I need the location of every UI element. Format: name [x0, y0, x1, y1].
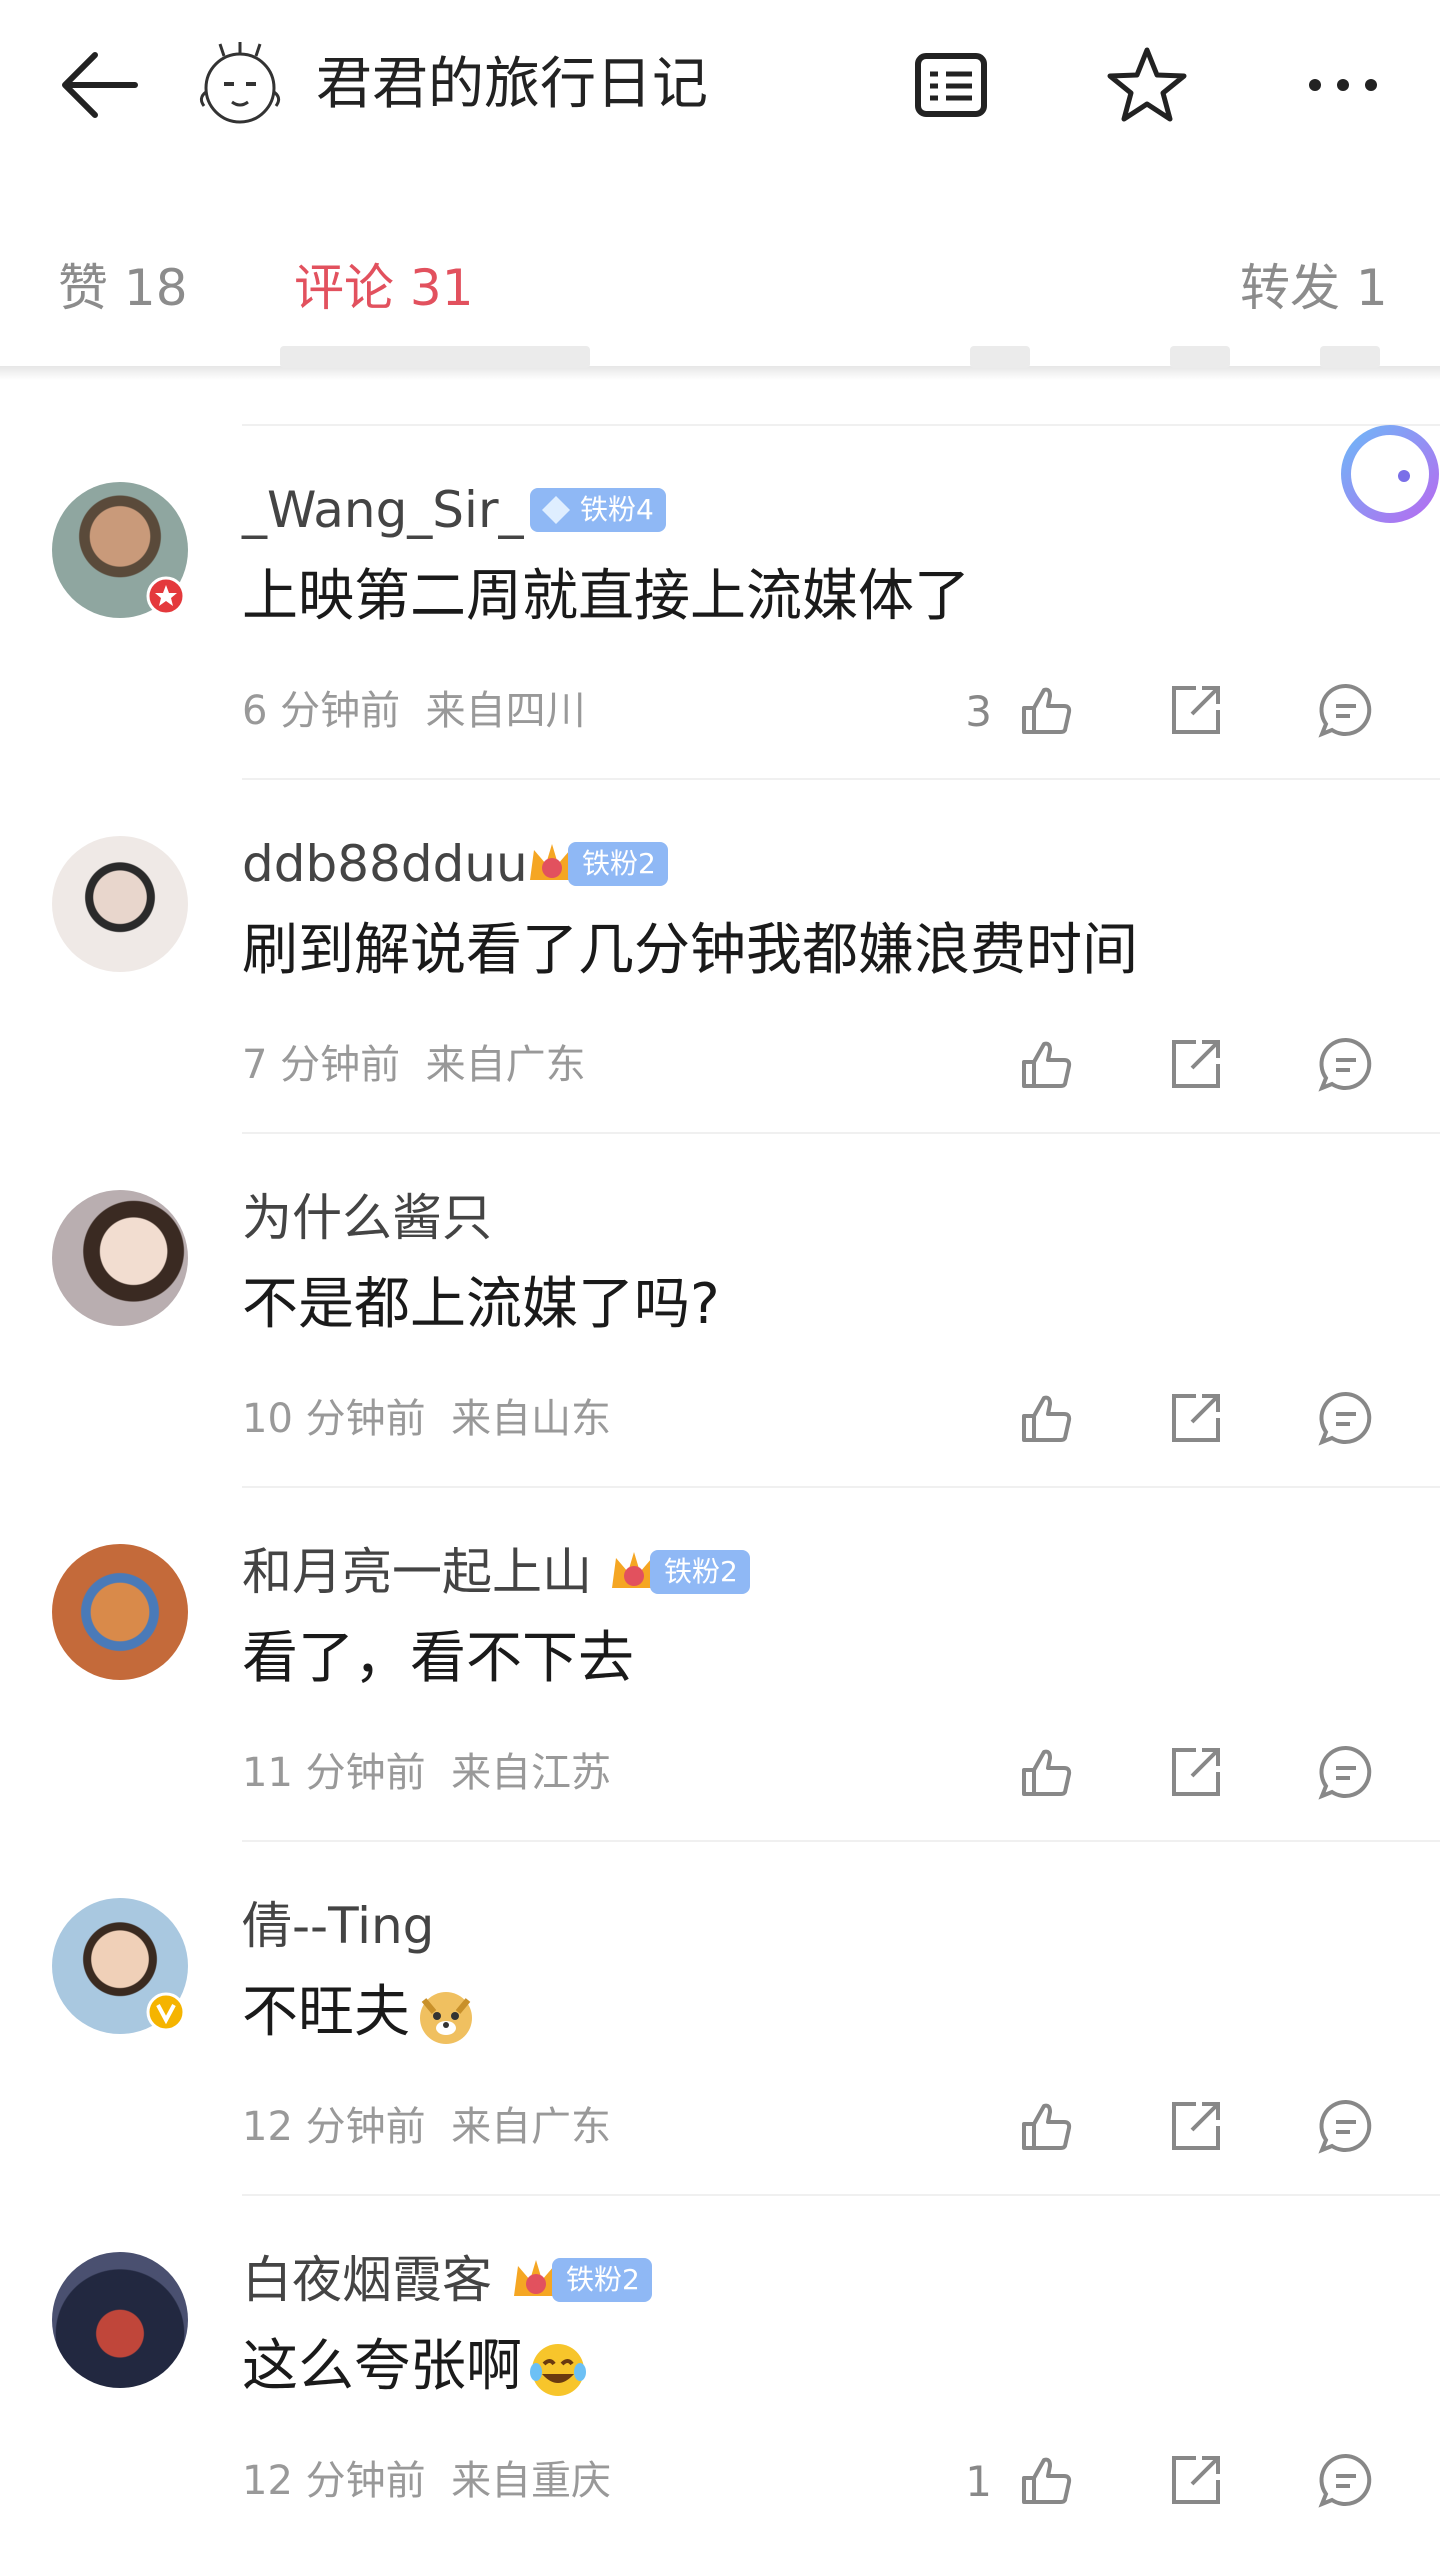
share-icon[interactable]	[1166, 1742, 1226, 1802]
avatar[interactable]	[52, 836, 188, 972]
comment-meta: 12 分钟前 来自重庆	[242, 2454, 611, 2508]
comment-item: 白夜烟霞客 铁粉2 这么夸张啊 12 分钟前 来自重庆 1	[0, 2196, 1440, 2550]
comment-time: 7 分钟前	[242, 1042, 401, 1088]
comment-username[interactable]: 倩--Ting	[242, 1894, 434, 1958]
comment-text: 这么夸张啊	[242, 2334, 522, 2399]
comment-meta: 12 分钟前 来自广东	[242, 2100, 611, 2154]
more-icon[interactable]	[1300, 42, 1386, 128]
fan-badge: 铁粉2	[650, 1550, 750, 1594]
tab-reposts[interactable]: 转发 1	[1240, 255, 1388, 321]
comment-text-row: 这么夸张啊	[242, 2332, 588, 2402]
like-icon[interactable]	[1016, 2450, 1076, 2510]
comment-text: 不是都上流媒了吗?	[242, 1272, 720, 1337]
like-icon[interactable]	[1016, 1742, 1076, 1802]
comment-time: 6 分钟前	[242, 688, 401, 734]
share-icon[interactable]	[1166, 680, 1226, 740]
tab-comments[interactable]: 评论 31	[294, 255, 474, 321]
like-icon[interactable]	[1016, 1034, 1076, 1094]
reply-icon[interactable]	[1316, 1388, 1376, 1448]
avatar[interactable]	[52, 1544, 188, 1680]
reply-icon[interactable]	[1316, 2096, 1376, 2156]
comment-username[interactable]: 白夜烟霞客	[242, 2248, 492, 2312]
comment-time: 10 分钟前	[242, 1396, 426, 1442]
hidden-previous-comment-meta	[240, 346, 1420, 376]
like-icon[interactable]	[1016, 2096, 1076, 2156]
comment-location: 来自江苏	[451, 1750, 612, 1796]
comment-item: ddb88dduu 铁粉2 刷到解说看了几分钟我都嫌浪费时间 7 分钟前 来自广…	[0, 780, 1440, 1134]
comment-time: 12 分钟前	[242, 2104, 426, 2150]
share-icon[interactable]	[1166, 2096, 1226, 2156]
comment-item: 和月亮一起上山 铁粉2 看了，看不下去 11 分钟前 来自江苏	[0, 1488, 1440, 1842]
comment-item: 为什么酱只 不是都上流媒了吗? 10 分钟前 来自山东	[0, 1134, 1440, 1488]
star-icon[interactable]	[1104, 42, 1190, 128]
top-bar: 君君的旅行日记	[0, 0, 1440, 170]
verified-red-badge-icon	[146, 576, 186, 616]
avatar[interactable]	[52, 2252, 188, 2388]
like-icon[interactable]	[1016, 680, 1076, 740]
comment-username[interactable]: ddb88dduu	[242, 832, 528, 896]
reply-icon[interactable]	[1316, 680, 1376, 740]
comment-location: 来自广东	[451, 2104, 612, 2150]
verified-gold-badge-icon	[146, 1992, 186, 2032]
laugh-cry-emoji-icon	[530, 2343, 586, 2396]
notes-icon[interactable]	[908, 42, 994, 128]
comment-location: 来自山东	[451, 1396, 612, 1442]
like-count: 1	[965, 2457, 992, 2506]
comment-username[interactable]: _Wang_Sir_	[242, 478, 524, 542]
comment-item: _Wang_Sir_ 铁粉4 上映第二周就直接上流媒体了 6 分钟前 来自四川 …	[0, 426, 1440, 780]
page-title: 君君的旅行日记	[316, 52, 708, 117]
fan-badge: 铁粉2	[552, 2258, 652, 2302]
comment-meta: 6 分钟前 来自四川	[242, 684, 586, 738]
comment-meta: 11 分钟前 来自江苏	[242, 1746, 611, 1800]
comment-username[interactable]: 和月亮一起上山	[242, 1540, 592, 1604]
comment-meta: 10 分钟前 来自山东	[242, 1392, 611, 1446]
robot-avatar-icon[interactable]	[196, 40, 284, 128]
comment-location: 来自四川	[425, 688, 586, 734]
share-icon[interactable]	[1166, 2450, 1226, 2510]
comment-text-row: 不旺夫	[242, 1978, 476, 2048]
comment-item: 倩--Ting 不旺夫 12 分钟前 来自广东	[0, 1842, 1440, 2196]
comment-time: 12 分钟前	[242, 2458, 426, 2504]
comment-text: 不旺夫	[242, 1980, 410, 2045]
avatar[interactable]	[52, 1190, 188, 1326]
share-icon[interactable]	[1166, 1034, 1226, 1094]
back-arrow-icon[interactable]	[55, 40, 145, 130]
like-icon[interactable]	[1016, 1388, 1076, 1448]
reply-icon[interactable]	[1316, 1742, 1376, 1802]
comment-location: 来自重庆	[451, 2458, 612, 2504]
reply-icon[interactable]	[1316, 2450, 1376, 2510]
comment-location: 来自广东	[425, 1042, 586, 1088]
comment-meta: 7 分钟前 来自广东	[242, 1038, 586, 1092]
share-icon[interactable]	[1166, 1388, 1226, 1448]
diamond-icon	[542, 496, 570, 524]
comment-text: 上映第二周就直接上流媒体了	[242, 564, 970, 629]
doge-emoji-icon	[420, 1991, 472, 2044]
reply-icon[interactable]	[1316, 1034, 1376, 1094]
comment-time: 11 分钟前	[242, 1750, 426, 1796]
comment-text: 刷到解说看了几分钟我都嫌浪费时间	[242, 918, 1138, 983]
tab-likes[interactable]: 赞 18	[58, 255, 188, 321]
fan-badge: 铁粉4	[530, 488, 666, 532]
fan-badge: 铁粉2	[568, 842, 668, 886]
like-count: 3	[965, 687, 992, 736]
comment-text: 看了，看不下去	[242, 1626, 634, 1691]
comment-username[interactable]: 为什么酱只	[242, 1186, 492, 1250]
